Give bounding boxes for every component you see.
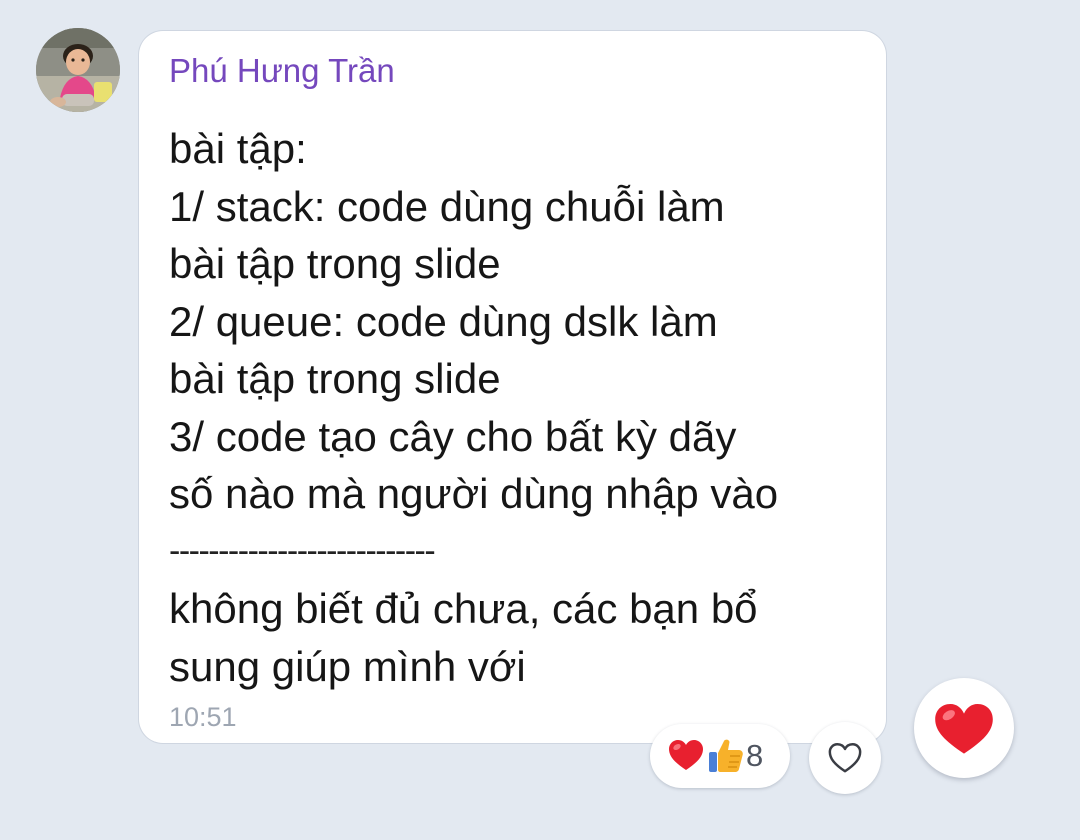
thumbs-up-icon	[706, 736, 746, 776]
avatar-photo	[36, 28, 120, 112]
message-line: 3/ code tạo cây cho bất kỳ dãy	[169, 412, 737, 460]
message-line: không biết đủ chưa, các bạn bổ	[169, 585, 758, 632]
heart-icon	[666, 736, 706, 776]
message-line: bài tập:	[169, 125, 307, 172]
sender-avatar[interactable]	[36, 28, 120, 112]
message-line: 2/ queue: code dùng dslk làm	[169, 297, 718, 345]
message-line: 1/ stack: code dùng chuỗi làm	[169, 182, 725, 230]
reaction-count: 8	[746, 738, 764, 773]
message-line: số nào mà người dùng nhập vào	[169, 470, 779, 517]
message-time: 10:51	[169, 702, 237, 732]
message-text: bài tập: 1/ stack: code dùng chuỗi làm b…	[169, 120, 778, 695]
sender-name[interactable]: Phú Hưng Trần	[169, 49, 395, 93]
message-bubble[interactable]: Phú Hưng Trần bài tập: 1/ stack: code dù…	[139, 31, 886, 743]
message-line: bài tập trong slide	[169, 240, 501, 287]
heart-outline-icon	[828, 743, 862, 773]
message-divider-line: ---------------------------	[169, 531, 436, 570]
quick-heart-reaction-button[interactable]	[914, 678, 1014, 778]
message-line: bài tập trong slide	[169, 355, 501, 402]
message-line: sung giúp mình với	[169, 642, 526, 690]
reactions-summary[interactable]: 8	[650, 724, 790, 788]
add-reaction-button[interactable]	[809, 722, 881, 794]
heart-icon	[935, 704, 993, 754]
